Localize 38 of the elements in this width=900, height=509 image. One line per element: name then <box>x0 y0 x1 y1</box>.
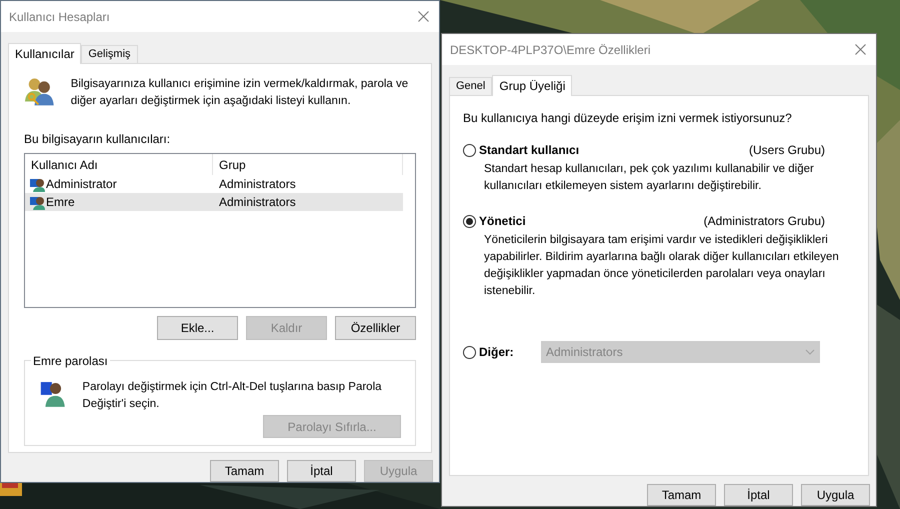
chevron-icon <box>805 347 815 357</box>
button[interactable]: İptal <box>287 460 356 482</box>
close-icon[interactable] <box>418 11 429 22</box>
group-name: (Administrators Grubu) <box>702 213 825 230</box>
table-cell-text: Administrator <box>46 176 117 193</box>
user-icon <box>29 176 45 192</box>
tab[interactable]: Kullanıcılar <box>8 43 82 64</box>
option-description: Standart hesap kullanıcıları, pek çok yazılımı kullanabilir ve diğer kullanıcıları etkilemeyen sistem ayarlarını değiştirebilir. <box>483 162 815 194</box>
table-cell-text: Administrators <box>218 194 296 211</box>
close-icon[interactable] <box>855 44 866 55</box>
tab[interactable]: Genel <box>449 77 492 95</box>
window-title: Kullanıcı Hesapları <box>9 8 110 26</box>
button[interactable]: Tamam <box>210 460 279 482</box>
intro-text: Bilgisayarınıza kullanıcı erişimine izin vermek/kaldırmak, parola ve diğer ayarları değiştirmek için aşağıdaki listeyi kullanın. <box>70 77 410 109</box>
button[interactable]: Ekle... <box>157 316 238 340</box>
button[interactable]: Özellikler <box>335 316 416 340</box>
tab[interactable]: Grup Üyeliği <box>492 75 572 96</box>
option-label[interactable]: Yönetici <box>479 212 689 230</box>
column-header[interactable]: Grup <box>213 154 402 175</box>
button[interactable]: İptal <box>724 484 793 506</box>
radio-button[interactable] <box>463 144 476 156</box>
radio-button[interactable] <box>463 214 476 228</box>
user-icon <box>29 194 45 210</box>
info-text: Parolayı değiştirmek için Ctrl-Alt-Del tuşlarına basıp Parola Değiştir'i seçin. <box>82 380 383 412</box>
question-text: Bu kullanıcıya hangi düzeyde erişim izni vermek istiyorsunuz? <box>463 110 793 127</box>
group-name: (Users Grubu) <box>748 142 825 159</box>
option-label[interactable]: Standart kullanıcı <box>479 141 689 159</box>
table-row[interactable]: Administrator Administrators <box>25 175 403 193</box>
tab[interactable]: Gelişmiş <box>81 45 138 63</box>
column-header[interactable]: Kullanıcı Adı <box>25 154 213 175</box>
table-row[interactable]: Emre Administrators <box>25 193 403 211</box>
list-label: Bu bilgisayarın kullanıcıları: <box>24 131 172 148</box>
option-description: Yöneticilerin bilgisayara tam erişimi vardır ve istedikleri değişiklikleri yapabilirler. Bildirim ayarlarına bağlı olarak diğer kullanıcıları etkileyen değişiklikler yapmadan önce yöneticilerden parolaları veya onayları istenebilir. <box>483 233 840 299</box>
table-cell-text: Administrators <box>218 176 296 193</box>
table-cell-text: Emre <box>46 194 75 211</box>
button[interactable]: Tamam <box>647 484 716 506</box>
button[interactable]: Uygula <box>801 484 870 506</box>
window-title: DESKTOP-4PLP37O\Emre Özellikleri <box>450 42 651 58</box>
